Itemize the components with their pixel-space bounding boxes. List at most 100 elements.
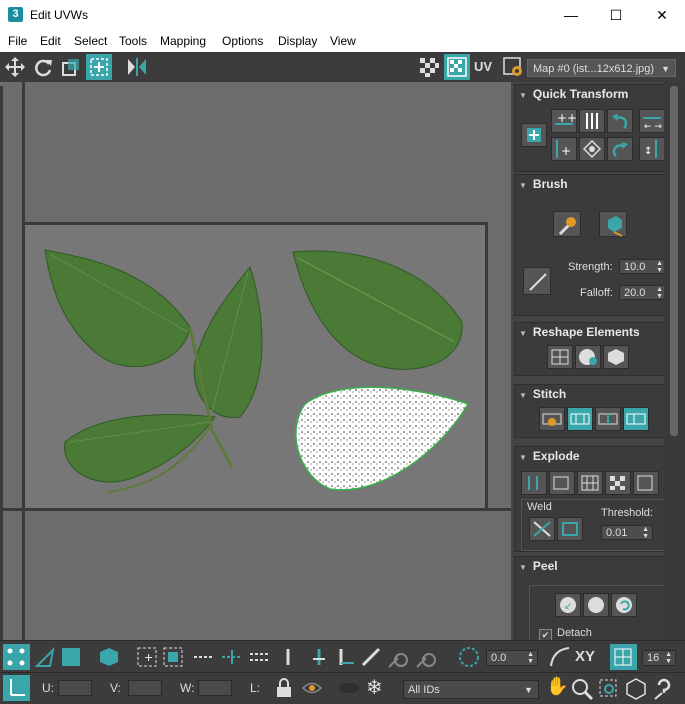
shrink-ring-icon[interactable] [334,646,356,668]
menu-select[interactable]: Select [74,34,107,48]
brush-falloff-curve-button[interactable] [523,267,551,295]
stitch-header[interactable]: ▼ Stitch [515,385,673,403]
straighten-selection-button[interactable] [547,345,573,369]
material-id-select[interactable]: All IDs ▼ [403,680,539,699]
edge-loop-icon[interactable] [192,646,216,668]
brush-rollout: ▼Brush ⁞⁞ Strength: 10.0▲▼ Falloff: 20.0… [514,174,674,316]
falloff-spinner[interactable]: 20.0 ▲ ▼ [619,285,667,300]
texture-settings-icon[interactable] [502,56,524,78]
threshold-spinner[interactable]: 0.01 ▲ ▼ [601,525,653,540]
detach-checkbox[interactable]: ✔ [539,629,552,640]
rotate-cw-button[interactable] [607,137,633,161]
relax-settings-button[interactable] [603,345,629,369]
stitch-to-target-button[interactable] [567,407,593,431]
vertex-mode-button[interactable] [3,644,30,670]
flatten-by-smoothing-button[interactable] [577,471,603,495]
align-edge-button[interactable]: + [551,137,577,161]
falloff-curve-icon[interactable] [548,645,572,669]
paint-select-icon[interactable] [360,646,382,668]
relax-button[interactable] [575,345,601,369]
grow-loop-icon[interactable] [220,646,244,668]
lock-icon[interactable] [274,677,294,699]
menu-options[interactable]: Options [222,34,263,48]
eye-icon[interactable] [300,677,324,699]
zoom-region-icon[interactable] [597,677,621,701]
element-mode-icon[interactable] [98,646,120,668]
grow-selection-icon[interactable]: + [136,646,158,668]
brush-header[interactable]: ▼ Brush [515,175,673,193]
freeze-icon[interactable]: ❄ [366,675,383,700]
peel-header[interactable]: ▼ Peel [515,557,673,575]
mirror-icon[interactable] [124,56,146,78]
freeform-mode-button[interactable] [86,54,112,80]
xy-space-button[interactable]: XY [575,648,595,665]
help-icon[interactable] [652,677,676,701]
strength-spinner[interactable]: 10.0 ▲ ▼ [619,259,667,274]
flatten-by-material-button[interactable] [605,471,631,495]
relax-brush-button[interactable] [599,211,627,237]
enlarge-brush-icon[interactable] [386,646,410,668]
menu-edit[interactable]: Edit [40,34,61,48]
w-field[interactable] [198,680,232,696]
paint-move-button[interactable] [553,211,581,237]
straighten-button[interactable] [579,137,605,161]
menu-file[interactable]: File [8,34,27,48]
show-map-button[interactable] [444,54,470,80]
shrink-brush-icon[interactable] [414,646,438,668]
menu-mapping[interactable]: Mapping [160,34,206,48]
quick-transform-header[interactable]: ▼ Quick Transform [515,85,673,103]
checker-pattern-icon[interactable] [418,56,440,78]
edge-mode-icon[interactable] [34,647,56,669]
transform-pivot-button[interactable] [521,123,547,147]
uv-viewport[interactable] [0,82,511,640]
maximize-button[interactable]: ☐ [593,0,639,30]
rotate-ccw-button[interactable] [607,109,633,133]
align-horizontal-button[interactable]: ++ [551,109,577,133]
reshape-elements-header[interactable]: ▼ Reshape Elements [515,323,673,341]
hide-icon[interactable] [336,677,362,699]
scale-icon[interactable] [60,56,82,78]
weld-target-button[interactable] [529,517,555,541]
uv-axis-toggle[interactable]: UV [474,59,492,74]
rotation-angle-field[interactable]: 0.0 ▲ ▼ [486,650,538,666]
soft-selection-icon[interactable] [457,645,481,669]
peel-mode-button[interactable] [583,593,609,617]
menu-display[interactable]: Display [278,34,317,48]
rotate-icon[interactable] [32,56,54,78]
detach-edge-button[interactable] [549,471,575,495]
grid-size-field[interactable]: 16 ▲ ▼ [642,650,676,666]
weld-selected-button[interactable] [557,517,583,541]
zoom-icon[interactable] [570,677,594,701]
align-vertical-button[interactable] [579,109,605,133]
map-select-dropdown[interactable]: Map #0 (ist...12x612.jpg) ▼ [527,59,676,77]
grow-ring-icon[interactable] [308,646,330,668]
menu-tools[interactable]: Tools [119,34,147,48]
quick-peel-button[interactable]: ↙ [555,593,581,617]
panel-scrollbar[interactable] [664,82,685,640]
minimize-button[interactable]: — [548,0,594,30]
stitch-average-button[interactable] [595,407,621,431]
align-horizontal-icon: ++ [555,111,576,125]
zoom-extents-icon[interactable] [624,677,648,701]
edge-ring-icon[interactable] [248,646,272,668]
ring-single-icon[interactable] [280,646,296,668]
stitch-custom-button[interactable] [539,407,565,431]
flatten-settings-button[interactable] [633,471,659,495]
grid-snap-button[interactable] [610,644,637,670]
break-button[interactable] [521,471,547,495]
scrollbar-thumb[interactable] [670,86,678,436]
space-horizontal-button[interactable]: ← → [639,109,665,133]
space-vertical-button[interactable]: ↕ [639,137,665,161]
shrink-selection-icon[interactable] [162,646,184,668]
v-field[interactable] [128,680,162,696]
explode-header[interactable]: ▼ Explode [515,447,673,465]
polygon-mode-icon[interactable] [60,646,82,668]
move-icon[interactable] [4,56,26,78]
pan-hand-icon[interactable]: ✋ [546,676,568,697]
reset-peel-button[interactable] [611,593,637,617]
close-button[interactable]: ✕ [639,0,685,30]
u-field[interactable] [58,680,92,696]
menu-view[interactable]: View [330,34,356,48]
transform-type-in-button[interactable] [3,675,30,701]
stitch-to-source-button[interactable] [623,407,649,431]
